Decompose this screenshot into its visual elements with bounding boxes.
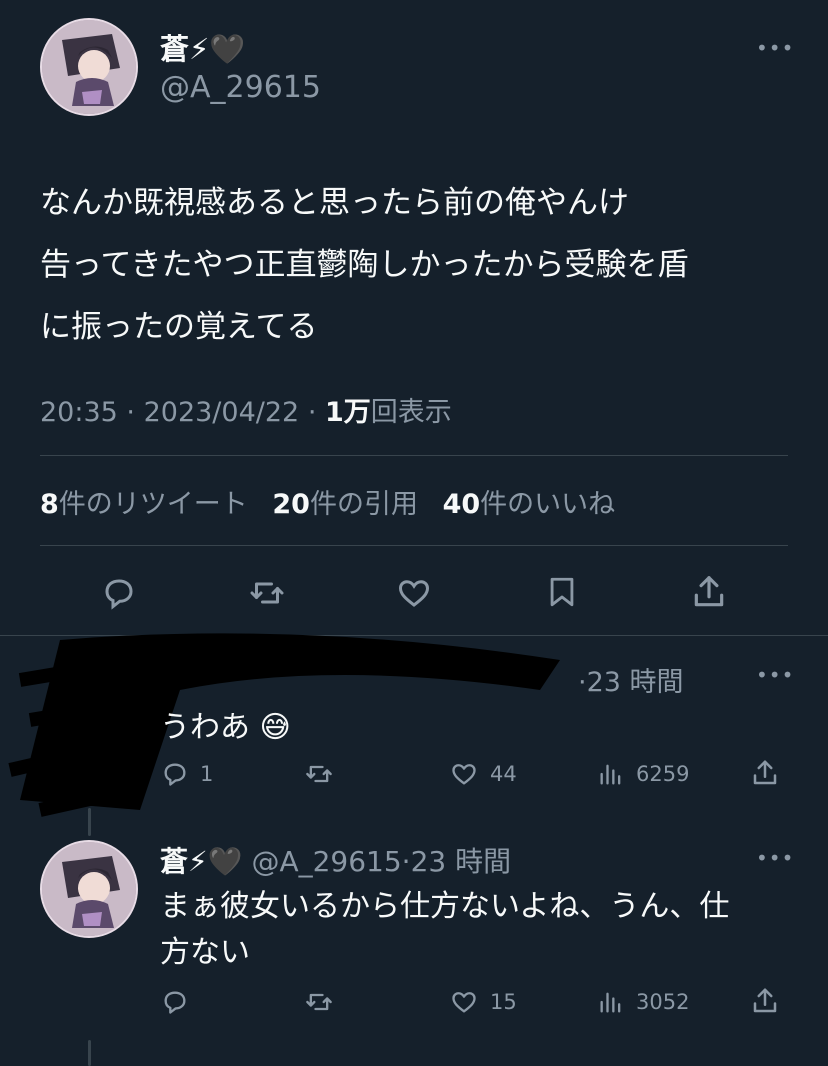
divider — [40, 455, 788, 456]
retweet-icon — [306, 765, 332, 783]
views-icon — [600, 764, 621, 785]
display-name[interactable]: 蒼⚡🖤 — [160, 845, 243, 878]
like-icon — [452, 764, 476, 785]
reply-icon — [164, 763, 186, 786]
more-icon[interactable]: ••• — [756, 38, 794, 58]
share-icon — [753, 760, 777, 785]
reply2-text-line: 方ない — [160, 935, 250, 970]
retweets-count: 8 — [40, 489, 59, 520]
reply2-share-button[interactable] — [750, 986, 780, 1016]
reply1-text: うわあ 😅 — [160, 710, 291, 745]
quotes-count: 20 — [272, 489, 310, 520]
thread-line — [88, 808, 91, 836]
views-label: 回表示 — [370, 397, 452, 428]
stats-row: 8件のリツイート 20件の引用 40件のいいね — [40, 482, 615, 521]
reply1-reply-count: 1 — [200, 762, 214, 786]
likes-label: 件のいいね — [480, 489, 616, 520]
display-name[interactable]: 蒼⚡🖤 — [160, 26, 245, 68]
tweet-time[interactable]: 20:35 — [40, 397, 118, 428]
tweet-text-line: に振ったの覚えてる — [40, 309, 318, 345]
reply2-like-button[interactable]: 15 — [448, 988, 517, 1016]
reply-button[interactable] — [100, 575, 138, 615]
likes-count: 40 — [442, 489, 481, 520]
reply2-text-line: まぁ彼女いるから仕方ないよね、うん、仕 — [160, 889, 730, 924]
reply1-time[interactable]: ·23 時間 — [578, 660, 684, 699]
views-icon — [600, 992, 621, 1013]
more-icon[interactable]: ••• — [756, 848, 794, 868]
like-icon — [452, 992, 476, 1013]
reply2-header: 蒼⚡🖤 @A_29615·23 時間 — [160, 840, 511, 880]
reply1-views-button[interactable]: 6259 — [596, 760, 689, 788]
reply2-views-count: 3052 — [636, 990, 690, 1014]
like-button[interactable] — [394, 575, 434, 615]
quotes-label: 件の引用 — [309, 489, 418, 520]
reply1-reply-button[interactable]: 1 — [160, 760, 213, 788]
reply2-reply-button[interactable] — [160, 988, 200, 1016]
thread-line — [88, 1040, 91, 1066]
share-icon — [753, 988, 777, 1013]
retweet-icon — [306, 993, 332, 1011]
more-icon[interactable]: ••• — [756, 665, 794, 685]
retweets-stat[interactable]: 8件のリツイート — [40, 489, 256, 520]
reply2-text: まぁ彼女いるから仕方ないよね、うん、仕 方ない — [160, 884, 729, 976]
reply1-like-count: 44 — [490, 762, 517, 786]
tweet-text: なんか既視感あると思ったら前の俺やんけ 告ってきたやつ正直鬱陶しかったから受験を… — [40, 172, 689, 358]
timestamp-row: 20:35 · 2023/04/22 · 1万回表示 — [40, 390, 452, 429]
reply-icon — [105, 579, 133, 610]
avatar[interactable] — [40, 18, 138, 116]
reply2-retweet-button[interactable] — [302, 988, 346, 1016]
tweet-text-line: なんか既視感あると思ったら前の俺やんけ — [40, 185, 629, 221]
tweet-text-line: 告ってきたやつ正直鬱陶しかったから受験を盾 — [40, 247, 689, 283]
quotes-stat[interactable]: 20件の引用 — [272, 489, 426, 520]
reply2-time[interactable]: ·23 時間 — [402, 845, 511, 878]
share-button[interactable] — [690, 573, 728, 615]
separator: · — [307, 397, 317, 428]
reply2-views-button[interactable]: 3052 — [596, 988, 689, 1016]
avatar[interactable] — [40, 840, 138, 938]
divider — [40, 545, 788, 546]
bookmark-button[interactable] — [545, 573, 579, 615]
separator: · — [126, 397, 135, 428]
retweets-label: 件のリツイート — [58, 489, 248, 520]
handle[interactable]: @A_29615 — [160, 70, 321, 105]
reply1-share-button[interactable] — [750, 758, 780, 788]
likes-stat[interactable]: 40件のいいね — [443, 489, 616, 520]
handle[interactable]: @A_29615 — [251, 845, 401, 878]
bookmark-icon — [550, 577, 574, 607]
like-icon — [398, 580, 430, 607]
tweet-date[interactable]: 2023/04/22 — [144, 397, 300, 428]
share-icon — [694, 576, 724, 607]
reply1-retweet-button[interactable] — [302, 760, 346, 788]
retweet-button[interactable] — [246, 575, 288, 615]
reply1-like-button[interactable]: 44 — [448, 760, 517, 788]
views-count: 1万 — [325, 397, 371, 428]
reply-icon — [164, 991, 186, 1014]
redaction-scribble — [8, 633, 560, 817]
reply2-like-count: 15 — [490, 990, 517, 1014]
reply1-views-count: 6259 — [636, 762, 690, 786]
retweet-icon — [250, 582, 284, 604]
